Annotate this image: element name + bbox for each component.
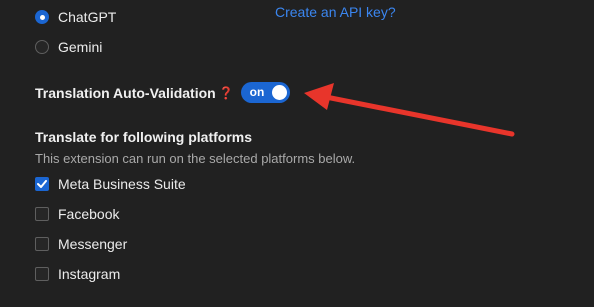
radio-option-gemini[interactable]: Gemini bbox=[35, 39, 102, 55]
radio-button-checked[interactable] bbox=[35, 10, 49, 24]
radio-option-chatgpt[interactable]: ChatGPT bbox=[35, 9, 116, 25]
platforms-title: Translate for following platforms bbox=[35, 129, 253, 145]
toggle-state-label: on bbox=[249, 85, 265, 99]
toggle-knob bbox=[271, 85, 287, 100]
platform-label: Messenger bbox=[58, 236, 128, 252]
settings-panel: ChatGPT Create an API key? Gemini Transl… bbox=[0, 0, 594, 307]
platform-option-facebook[interactable]: Facebook bbox=[35, 206, 119, 222]
checkmark-icon bbox=[37, 180, 47, 188]
platform-option-meta-business-suite[interactable]: Meta Business Suite bbox=[35, 176, 186, 192]
help-question-icon[interactable]: ❓ bbox=[219, 86, 234, 100]
platforms-description-row: This extension can run on the selected p… bbox=[35, 151, 355, 166]
annotation-arrow-icon bbox=[304, 83, 515, 137]
platform-label: Facebook bbox=[58, 206, 120, 222]
platform-label: Instagram bbox=[58, 266, 121, 282]
checkbox-checked[interactable] bbox=[35, 177, 49, 191]
auto-validation-label: Translation Auto-Validation bbox=[35, 84, 216, 101]
radio-label-chatgpt: ChatGPT bbox=[58, 9, 117, 25]
platform-option-instagram[interactable]: Instagram bbox=[35, 266, 120, 282]
checkbox-unchecked[interactable] bbox=[35, 237, 49, 251]
auto-validation-toggle[interactable]: on bbox=[240, 82, 290, 103]
radio-button-unchecked[interactable] bbox=[35, 40, 49, 54]
checkbox-unchecked[interactable] bbox=[35, 207, 49, 221]
create-api-key-link[interactable]: Create an API key? bbox=[275, 4, 396, 20]
checkbox-unchecked[interactable] bbox=[35, 267, 49, 281]
platform-option-messenger[interactable]: Messenger bbox=[35, 236, 127, 252]
platform-label: Meta Business Suite bbox=[58, 176, 186, 192]
auto-validation-row: Translation Auto-Validation ❓ on bbox=[35, 82, 290, 103]
radio-label-gemini: Gemini bbox=[58, 39, 103, 55]
platforms-title-row: Translate for following platforms bbox=[35, 129, 252, 145]
platforms-description: This extension can run on the selected p… bbox=[35, 151, 356, 166]
